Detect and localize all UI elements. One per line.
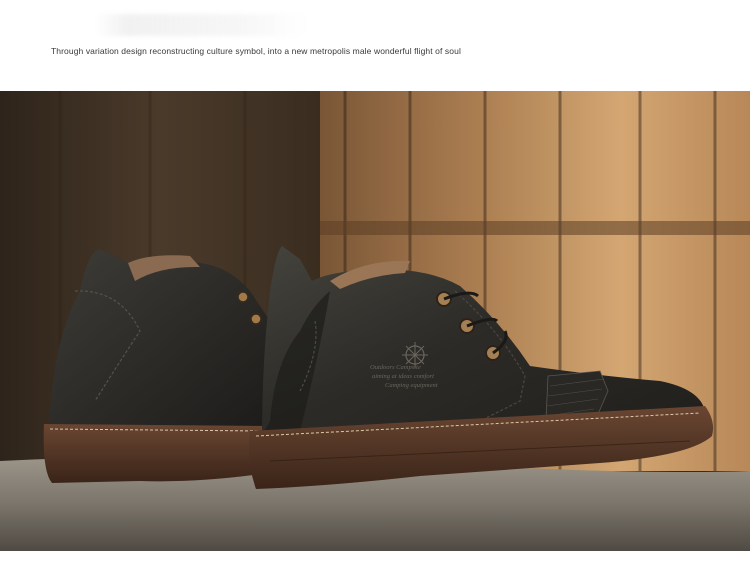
tagline-text: Through variation design reconstructing … bbox=[51, 46, 461, 56]
bottom-margin bbox=[0, 551, 750, 562]
product-photo: Outdoors Campsite aiming at ideas comfor… bbox=[0, 91, 750, 551]
faint-title-watermark bbox=[95, 14, 305, 36]
emblem-text-line2: aiming at ideas comfort bbox=[372, 373, 434, 380]
emblem-text-line3: Camping equipment bbox=[385, 382, 438, 389]
header-banner: Through variation design reconstructing … bbox=[0, 0, 750, 91]
boots-illustration: Outdoors Campsite aiming at ideas comfor… bbox=[0, 91, 750, 551]
wood-crossbeam bbox=[320, 221, 750, 235]
emblem-text-line1: Outdoors Campsite bbox=[370, 364, 421, 371]
